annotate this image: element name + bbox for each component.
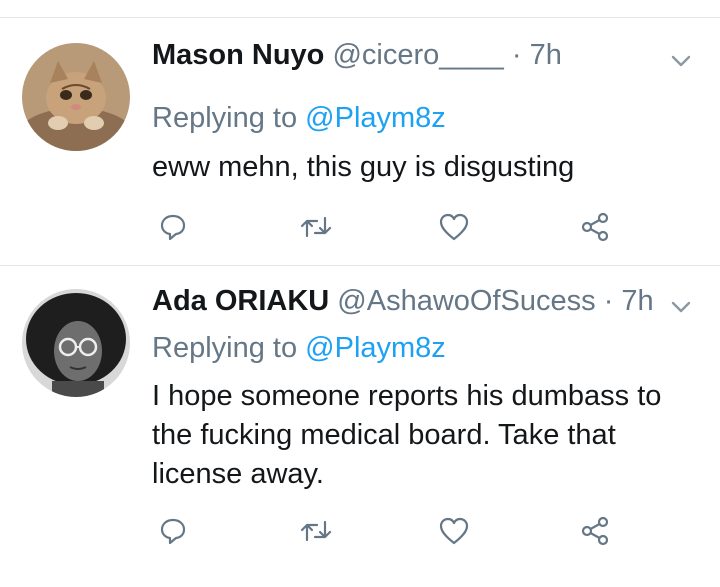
share-button[interactable] [575, 207, 615, 247]
tweet-text: I hope someone reports his dumbass to th… [152, 380, 662, 490]
retweet-button[interactable] [296, 207, 336, 247]
timestamp[interactable]: 7h [530, 39, 562, 71]
separator-dot: · [511, 39, 522, 71]
tweet-actions [0, 511, 720, 551]
user-handle[interactable]: @AshawoOfSucess [337, 285, 595, 317]
reply-button[interactable] [153, 511, 193, 551]
replying-to-label: Replying to [152, 102, 298, 134]
display-name[interactable]: Ada ORIAKU [152, 285, 329, 317]
user-handle[interactable]: @cicero____ [332, 39, 503, 71]
retweet-icon [300, 216, 332, 238]
replying-to: Replying to @Playm8z [152, 100, 446, 136]
tweet-header: Mason Nuyo @cicero____ · 7h [152, 37, 660, 73]
heart-icon [439, 517, 469, 545]
tweet-header: Ada ORIAKU @AshawoOfSucess · 7h [152, 283, 660, 319]
chevron-down-icon[interactable] [668, 294, 694, 320]
tweet[interactable]: Mason Nuyo @cicero____ · 7h Replying to … [0, 18, 720, 265]
share-icon [581, 516, 609, 546]
replying-to: Replying to @Playm8z [152, 330, 446, 366]
separator-dot: · [603, 285, 614, 317]
heart-icon [439, 213, 469, 241]
mention-link[interactable]: @Playm8z [305, 332, 446, 364]
reply-button[interactable] [153, 207, 193, 247]
timestamp[interactable]: 7h [621, 285, 653, 317]
like-button[interactable] [434, 207, 474, 247]
share-button[interactable] [575, 511, 615, 551]
reply-icon [160, 518, 186, 545]
reply-icon [160, 214, 186, 241]
replying-to-label: Replying to [152, 332, 298, 364]
tweet-actions [0, 207, 720, 247]
tweet[interactable]: Ada ORIAKU @AshawoOfSucess · 7h Replying… [0, 266, 720, 570]
mention-link[interactable]: @Playm8z [305, 102, 446, 134]
chevron-down-icon[interactable] [668, 48, 694, 74]
avatar[interactable] [22, 289, 130, 397]
display-name[interactable]: Mason Nuyo [152, 39, 324, 71]
retweet-icon [300, 520, 332, 542]
share-icon [581, 212, 609, 242]
like-button[interactable] [434, 511, 474, 551]
retweet-button[interactable] [296, 511, 336, 551]
avatar[interactable] [22, 43, 130, 151]
tweet-text: eww mehn, this guy is disgusting [152, 151, 575, 183]
